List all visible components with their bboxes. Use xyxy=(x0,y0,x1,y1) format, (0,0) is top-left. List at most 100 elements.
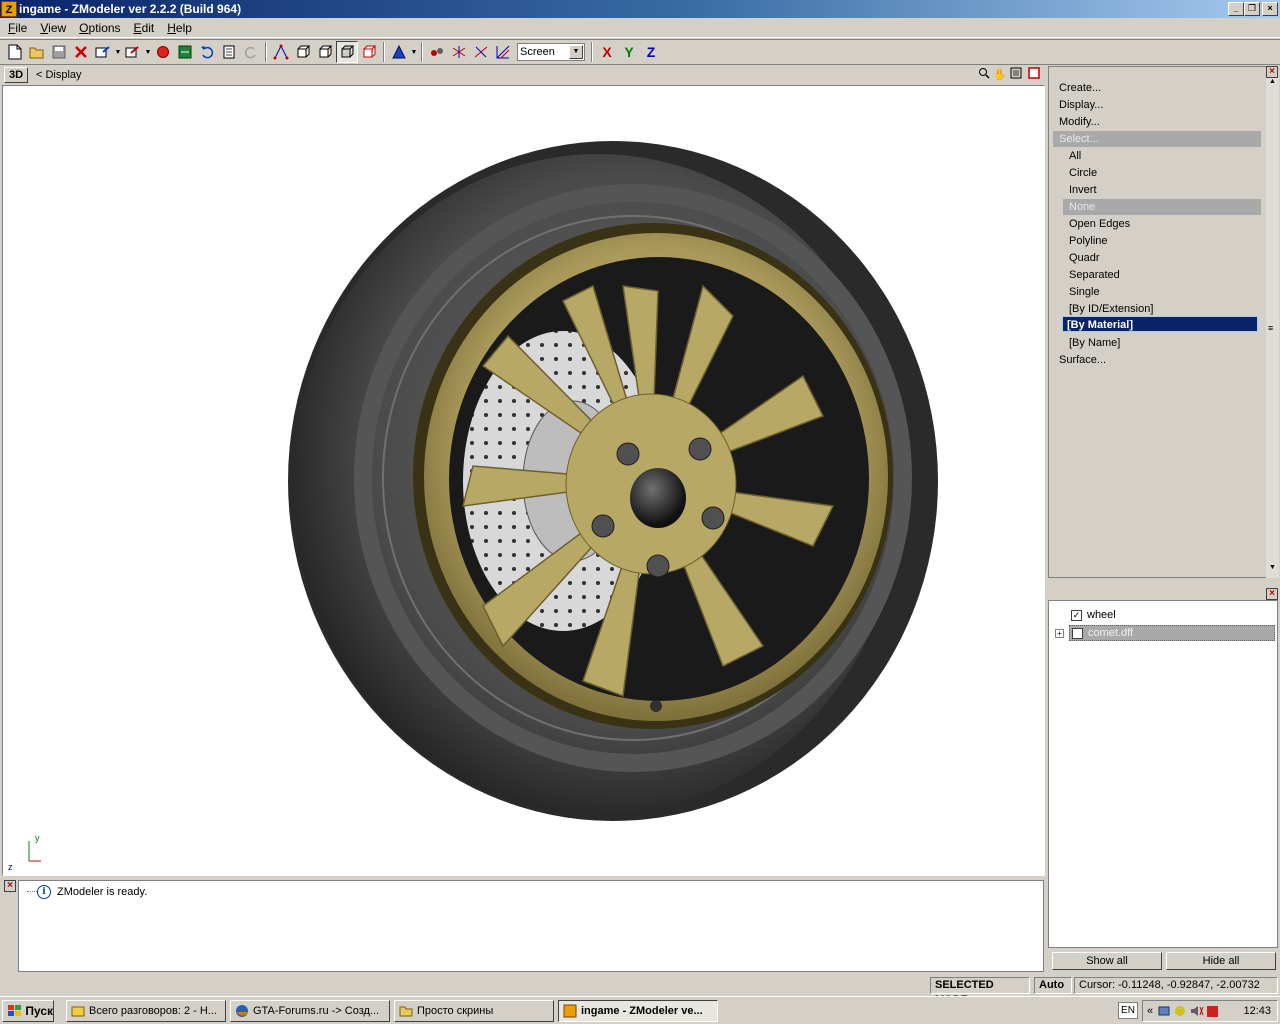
pivot-icon[interactable] xyxy=(388,41,410,63)
checkbox-checked-icon[interactable]: ✓ xyxy=(1071,609,1082,621)
3d-viewport[interactable]: y z xyxy=(2,85,1045,876)
axis-x-button[interactable]: X xyxy=(596,41,618,63)
volume-icon[interactable] xyxy=(1189,1004,1205,1018)
undo-icon[interactable] xyxy=(196,41,218,63)
select-by-id-extension[interactable]: [By ID/Extension] xyxy=(1069,301,1153,317)
task-chat[interactable]: Всего разговоров: 2 - Н... xyxy=(66,1000,226,1022)
select-circle[interactable]: Circle xyxy=(1069,165,1097,181)
scroll-up-icon[interactable]: ▲ xyxy=(1266,78,1279,90)
select-by-material[interactable]: [By Material] xyxy=(1062,316,1258,332)
select-all[interactable]: All xyxy=(1069,148,1081,164)
network-icon[interactable] xyxy=(1157,1004,1173,1018)
hub-cap xyxy=(630,468,686,528)
zmodeler-app-icon[interactable]: Z xyxy=(1,1,17,17)
hide-all-button[interactable]: Hide all xyxy=(1166,952,1276,970)
restore-button[interactable]: ❐ xyxy=(1244,2,1260,16)
expand-plus-icon[interactable]: + xyxy=(1055,629,1064,638)
viewport-close-icon[interactable] xyxy=(1026,67,1042,83)
select-by-name[interactable]: [By Name] xyxy=(1069,335,1120,351)
coordinate-system-select[interactable]: Screen ▼ xyxy=(517,43,585,61)
object-mode-icon[interactable] xyxy=(314,41,336,63)
menu-help[interactable]: Help xyxy=(162,21,197,35)
material-editor-icon[interactable] xyxy=(174,41,196,63)
delete-icon[interactable] xyxy=(70,41,92,63)
hierarchy-item-comet[interactable]: comet.dff xyxy=(1069,625,1275,641)
view-mode-button[interactable]: 3D xyxy=(4,67,28,83)
display-menu-label[interactable]: < Display xyxy=(36,69,82,81)
cmd-select-header[interactable]: Select... xyxy=(1053,131,1261,147)
import-dropdown-icon[interactable]: ▼ xyxy=(114,49,122,56)
window-title: ingame - ZModeler ver 2.2.2 (Build 964) xyxy=(19,2,242,16)
import-icon[interactable] xyxy=(92,41,114,63)
select-invert[interactable]: Invert xyxy=(1069,182,1097,198)
task-zmodeler[interactable]: ingame - ZModeler ve... xyxy=(558,1000,718,1022)
minimize-button[interactable]: _ xyxy=(1228,2,1244,16)
hierarchy-close-icon[interactable]: × xyxy=(1266,588,1278,600)
select-single[interactable]: Single xyxy=(1069,284,1100,300)
windows-logo-icon xyxy=(8,1005,21,1016)
pivot-dropdown-icon[interactable]: ▼ xyxy=(410,49,418,56)
export-dropdown-icon[interactable]: ▼ xyxy=(144,49,152,56)
command-panel-scrollbar[interactable]: ▲ ≡ ▼ xyxy=(1266,78,1279,578)
cmd-modify[interactable]: Modify... xyxy=(1059,114,1100,130)
clock: 12:43 xyxy=(1243,1005,1271,1017)
tray-expand-icon[interactable]: « xyxy=(1147,1005,1153,1017)
menu-file[interactable]: File xyxy=(3,21,32,35)
security-icon[interactable] xyxy=(1205,1004,1221,1018)
start-button[interactable]: Пуск xyxy=(2,1000,54,1022)
hierarchy-item-wheel[interactable]: ✓ wheel xyxy=(1071,607,1116,623)
axis-y-button[interactable]: Y xyxy=(618,41,640,63)
notes-icon[interactable] xyxy=(218,41,240,63)
coordinate-system-value: Screen xyxy=(520,46,555,58)
select-separated[interactable]: Separated xyxy=(1069,267,1120,283)
toolbar-separator xyxy=(421,42,423,62)
maximize-viewport-icon[interactable] xyxy=(1008,67,1024,83)
menu-edit[interactable]: Edit xyxy=(129,21,160,35)
command-panel-close-icon[interactable]: × xyxy=(1266,66,1278,78)
chevron-down-icon[interactable]: ▼ xyxy=(569,45,583,59)
select-polyline[interactable]: Polyline xyxy=(1069,233,1108,249)
vertex-mode-icon[interactable] xyxy=(270,41,292,63)
task-browser[interactable]: GTA-Forums.ru -> Созд... xyxy=(230,1000,390,1022)
menu-bar: File View Options Edit Help xyxy=(0,18,1280,38)
select-quadr[interactable]: Quadr xyxy=(1069,250,1100,266)
zmodeler-task-icon xyxy=(563,1004,577,1018)
menu-options[interactable]: Options xyxy=(74,21,125,35)
antivirus-icon[interactable] xyxy=(1173,1004,1189,1018)
move-tool-icon[interactable] xyxy=(448,41,470,63)
select-none[interactable]: None xyxy=(1063,199,1261,215)
new-file-icon[interactable] xyxy=(4,41,26,63)
scale-tool-icon[interactable] xyxy=(492,41,514,63)
zoom-icon[interactable] xyxy=(976,67,992,83)
cmd-create[interactable]: Create... xyxy=(1059,80,1101,96)
tree-line xyxy=(27,891,37,892)
log-close-icon[interactable]: × xyxy=(4,880,16,892)
face-mode-icon[interactable] xyxy=(292,41,314,63)
save-icon[interactable] xyxy=(48,41,70,63)
close-button[interactable]: × xyxy=(1262,2,1278,16)
export-icon[interactable] xyxy=(122,41,144,63)
axis-z-button[interactable]: Z xyxy=(640,41,662,63)
rotate-tool-icon[interactable] xyxy=(470,41,492,63)
redo-icon[interactable] xyxy=(240,41,262,63)
task-folder[interactable]: Просто скрины xyxy=(394,1000,554,1022)
select-tool-icon[interactable] xyxy=(426,41,448,63)
polygon-mode-icon[interactable] xyxy=(336,41,358,63)
status-cursor: Cursor: -0.11248, -0.92847, -2.00732 xyxy=(1074,977,1278,994)
toolbar-separator xyxy=(265,42,267,62)
open-folder-icon[interactable] xyxy=(26,41,48,63)
checkbox-unchecked-icon[interactable] xyxy=(1072,627,1083,639)
cmd-display[interactable]: Display... xyxy=(1059,97,1103,113)
cmd-surface[interactable]: Surface... xyxy=(1059,352,1106,368)
status-auto[interactable]: Auto xyxy=(1034,977,1072,994)
select-open-edges[interactable]: Open Edges xyxy=(1069,216,1130,232)
menu-view[interactable]: View xyxy=(35,21,71,35)
select-polygon-icon[interactable] xyxy=(358,41,380,63)
language-indicator[interactable]: EN xyxy=(1118,1002,1138,1019)
scroll-grip-icon[interactable]: ≡ xyxy=(1268,323,1273,333)
show-all-button[interactable]: Show all xyxy=(1052,952,1162,970)
render-icon[interactable] xyxy=(152,41,174,63)
folder-icon xyxy=(399,1006,413,1017)
scroll-down-icon[interactable]: ▼ xyxy=(1266,564,1279,576)
pan-hand-icon[interactable]: ✋ xyxy=(992,67,1008,83)
